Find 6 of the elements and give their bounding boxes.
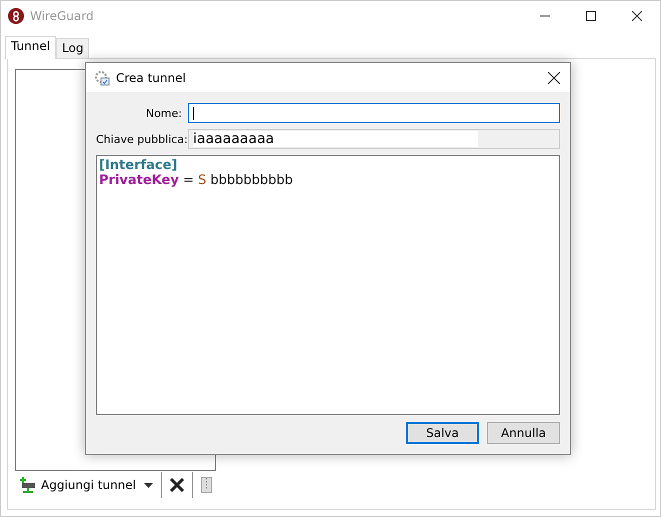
dialog-title: Crea tunnel bbox=[116, 70, 186, 84]
config-line: PrivateKey = S bbbbbbbbbb bbox=[99, 173, 294, 188]
window-title: WireGuard bbox=[30, 9, 94, 23]
field-label: Chiave pubblica: bbox=[96, 132, 188, 146]
config-line: [Interface] bbox=[99, 158, 178, 173]
field-label: Nome: bbox=[144, 106, 183, 120]
